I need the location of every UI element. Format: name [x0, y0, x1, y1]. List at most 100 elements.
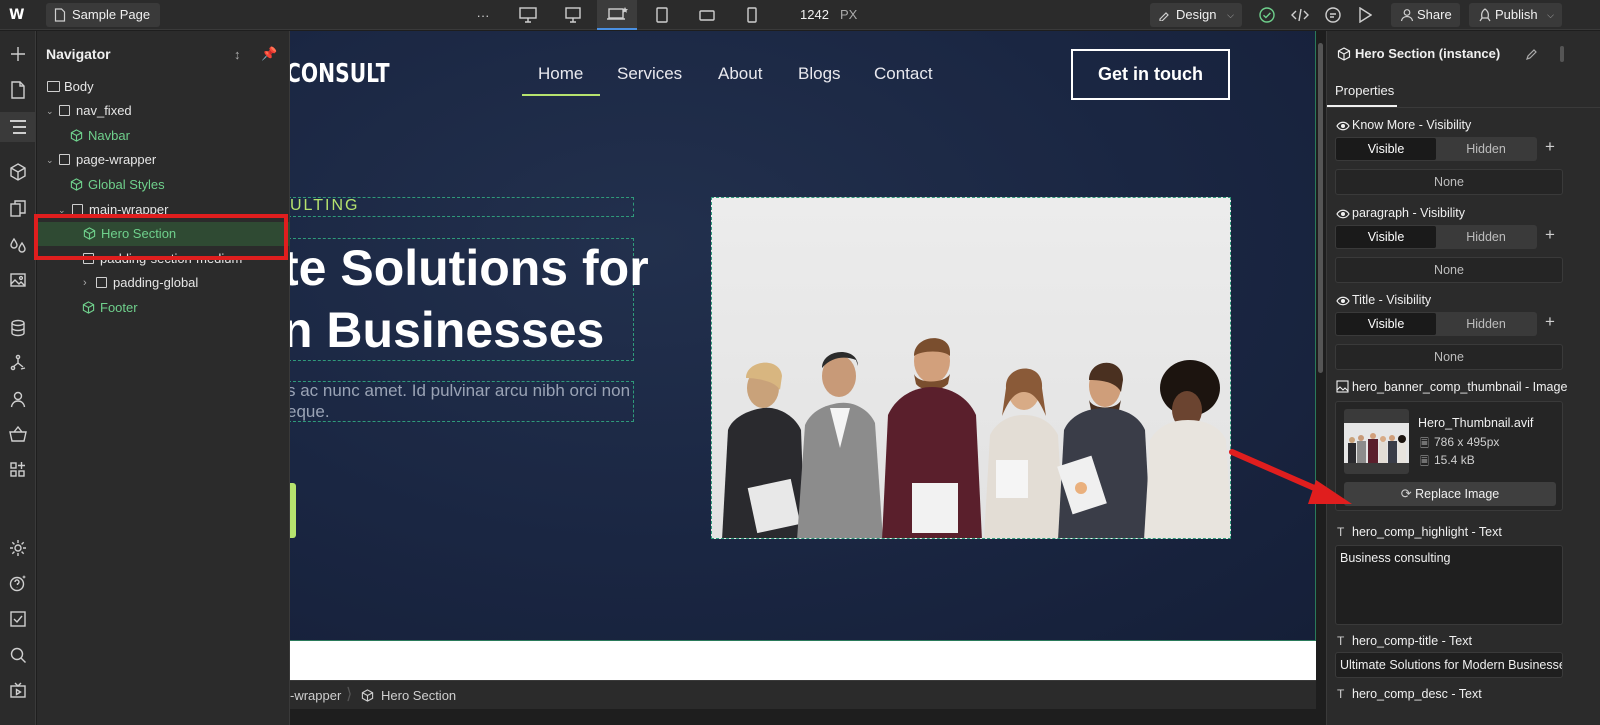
- mode-label: Design: [1176, 7, 1217, 22]
- variables-icon[interactable]: [7, 198, 29, 220]
- scroll-thumb[interactable]: [1318, 43, 1323, 373]
- image-filename: Hero_Thumbnail.avif: [1418, 416, 1534, 430]
- tree-item-nav-fixed[interactable]: ⌄ nav_fixed: [37, 99, 290, 123]
- breadcrumb-item-wrapper[interactable]: -wrapper: [290, 688, 341, 703]
- tree-item-body[interactable]: Body: [37, 75, 290, 99]
- paragraph-binding-value[interactable]: None: [1335, 257, 1563, 283]
- highlight-text-field[interactable]: Business consulting: [1335, 545, 1563, 625]
- nav-link-blogs[interactable]: Blogs: [798, 64, 841, 84]
- hero-highlight-text[interactable]: ULTING: [290, 197, 359, 215]
- edit-component-icon[interactable]: [1525, 47, 1539, 61]
- assets-image-icon[interactable]: [7, 269, 29, 291]
- div-block-icon: [59, 105, 70, 116]
- audit-checkbox-icon[interactable]: [7, 608, 29, 630]
- more-options-icon[interactable]: ···: [472, 5, 494, 25]
- pages-icon[interactable]: [7, 79, 29, 101]
- add-icon[interactable]: [7, 43, 29, 65]
- styles-drops-icon[interactable]: [7, 234, 29, 256]
- title-binding-value[interactable]: None: [1335, 344, 1563, 370]
- add-binding-icon[interactable]: +: [1545, 137, 1555, 157]
- check-circle-icon[interactable]: [1256, 5, 1278, 25]
- pin-icon[interactable]: 📌: [261, 46, 277, 62]
- help-ai-icon[interactable]: [7, 572, 29, 594]
- share-label: Share: [1417, 7, 1452, 22]
- canvas-width-value[interactable]: 1242: [800, 7, 829, 22]
- share-button[interactable]: Share: [1391, 3, 1460, 27]
- file-icon: 🗏: [1420, 456, 1429, 468]
- eye-icon: [1336, 296, 1350, 306]
- code-icon[interactable]: [1289, 5, 1311, 25]
- paragraph-visibility-toggle[interactable]: Visible Hidden: [1335, 225, 1537, 249]
- hero-description-line1[interactable]: s ac nunc amet. Id pulvinar arcu nibh or…: [290, 381, 630, 401]
- chevron-right-icon[interactable]: ›: [83, 271, 87, 295]
- search-icon[interactable]: [7, 644, 29, 666]
- users-icon[interactable]: [7, 388, 29, 410]
- mobile-landscape-breakpoint-icon[interactable]: [696, 5, 718, 25]
- add-binding-icon[interactable]: +: [1545, 225, 1555, 245]
- left-tool-rail: [0, 31, 36, 725]
- know-more-visibility-toggle[interactable]: Visible Hidden: [1335, 137, 1537, 161]
- chevron-down-icon[interactable]: ⌄: [46, 99, 54, 123]
- nav-link-about[interactable]: About: [718, 64, 762, 84]
- chevron-down-icon: ⌵: [1227, 10, 1234, 20]
- title-text-field[interactable]: Ultimate Solutions for Modern Businesses: [1335, 652, 1563, 678]
- hidden-option[interactable]: Hidden: [1436, 313, 1536, 335]
- settings-gear-icon[interactable]: [7, 537, 29, 559]
- get-in-touch-button[interactable]: Get in touch: [1071, 49, 1230, 100]
- image-icon: [1336, 380, 1349, 393]
- navigator-icon[interactable]: [0, 112, 36, 142]
- replace-image-button[interactable]: ⟳ Replace Image: [1344, 482, 1556, 506]
- desktop-large-breakpoint-icon[interactable]: [517, 5, 539, 25]
- preview-play-icon[interactable]: [1354, 5, 1376, 25]
- cms-database-icon[interactable]: [7, 317, 29, 339]
- nav-link-home[interactable]: Home: [538, 64, 583, 84]
- tree-item-global-styles[interactable]: Global Styles: [37, 173, 290, 197]
- nav-link-contact[interactable]: Contact: [874, 64, 933, 84]
- visible-option[interactable]: Visible: [1336, 138, 1436, 160]
- breadcrumb-item-hero-section[interactable]: Hero Section: [381, 688, 456, 703]
- components-icon[interactable]: [7, 161, 29, 183]
- visible-option[interactable]: Visible: [1336, 313, 1436, 335]
- nav-link-services[interactable]: Services: [617, 64, 682, 84]
- tree-item-page-wrapper[interactable]: ⌄ page-wrapper: [37, 148, 290, 172]
- tree-item-padding-global[interactable]: › padding-global: [37, 271, 290, 295]
- know-more-button[interactable]: [290, 483, 296, 538]
- publish-label: Publish: [1495, 7, 1538, 22]
- breadcrumb-separator-icon: ⟩: [346, 686, 353, 703]
- know-more-binding-value[interactable]: None: [1335, 169, 1563, 195]
- ecommerce-basket-icon[interactable]: [7, 423, 29, 445]
- hero-heading-line2[interactable]: n Businesses: [290, 301, 604, 359]
- image-dimensions: 786 x 495px: [1434, 435, 1500, 449]
- base-breakpoint-icon[interactable]: [597, 0, 637, 30]
- mode-dropdown-button[interactable]: Design ⌵: [1150, 3, 1242, 27]
- tree-item-footer[interactable]: Footer: [37, 296, 290, 320]
- hidden-option[interactable]: Hidden: [1436, 138, 1536, 160]
- tablet-breakpoint-icon[interactable]: [651, 5, 673, 25]
- desktop-breakpoint-icon[interactable]: [562, 5, 584, 25]
- hidden-option[interactable]: Hidden: [1436, 226, 1536, 248]
- hero-description-line2[interactable]: eque.: [290, 402, 330, 422]
- video-tutorials-icon[interactable]: [7, 680, 29, 702]
- tab-properties[interactable]: Properties: [1335, 83, 1394, 98]
- page-selector-button[interactable]: Sample Page: [46, 3, 161, 27]
- webflow-logo-icon[interactable]: W: [9, 7, 31, 23]
- design-canvas[interactable]: CONSULT Home Services About Blogs Contac…: [290, 31, 1316, 641]
- logic-flow-icon[interactable]: [7, 352, 29, 374]
- chevron-down-icon[interactable]: ⌄: [46, 148, 54, 172]
- collapse-all-icon[interactable]: ↕: [234, 47, 241, 62]
- hero-heading-line1[interactable]: te Solutions for: [290, 239, 649, 297]
- title-visibility-toggle[interactable]: Visible Hidden: [1335, 312, 1537, 336]
- comments-icon[interactable]: [1322, 5, 1344, 25]
- apps-grid-icon[interactable]: [7, 459, 29, 481]
- site-brand-logo[interactable]: CONSULT: [290, 59, 390, 89]
- rocket-icon: [1479, 8, 1491, 22]
- add-binding-icon[interactable]: +: [1545, 312, 1555, 332]
- visible-option[interactable]: Visible: [1336, 226, 1436, 248]
- tree-item-navbar[interactable]: Navbar: [37, 124, 290, 148]
- mobile-portrait-breakpoint-icon[interactable]: [741, 5, 763, 25]
- canvas-scrollbar[interactable]: [1316, 31, 1326, 725]
- component-icon: [1337, 47, 1351, 61]
- refresh-icon: ⟳: [1400, 486, 1412, 501]
- publish-button[interactable]: Publish ⌵: [1469, 3, 1562, 27]
- hero-team-image[interactable]: [711, 197, 1231, 539]
